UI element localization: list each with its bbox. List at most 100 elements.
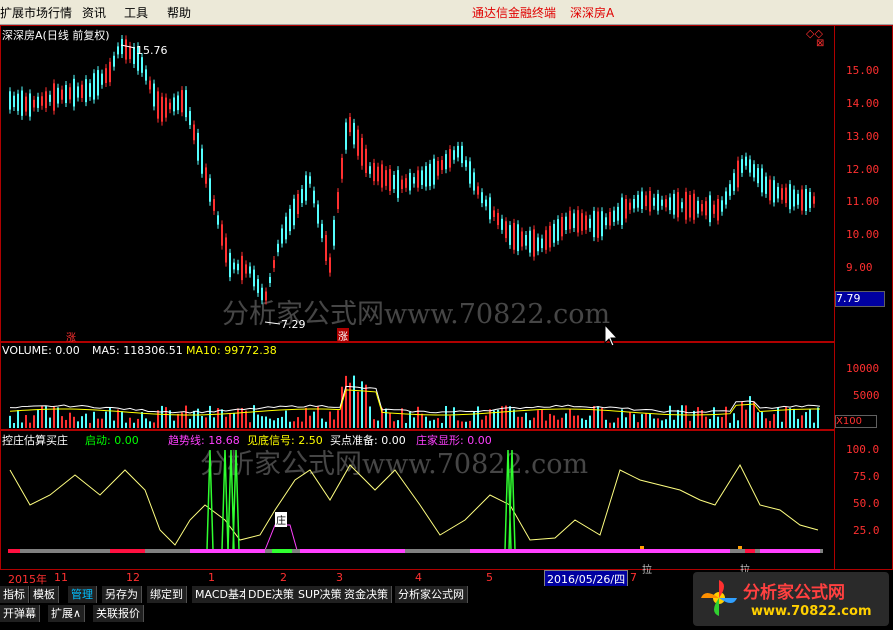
tab-1[interactable]: 模板 <box>30 586 59 603</box>
candle-body <box>25 96 27 112</box>
tab-8[interactable]: 资金决策 <box>341 586 392 603</box>
candle-body <box>365 148 367 174</box>
candle-body <box>505 221 507 239</box>
candle-body <box>177 95 179 111</box>
volume-bar <box>153 422 155 428</box>
candle-body <box>665 199 667 208</box>
volume-bar <box>477 406 479 428</box>
volume-bar <box>61 416 63 428</box>
candle-body <box>293 198 295 226</box>
candle-body <box>245 264 247 274</box>
tab-7[interactable]: SUP决策 <box>295 586 346 603</box>
volume-bar <box>89 422 91 428</box>
volume-bar <box>549 413 551 428</box>
candle-body <box>753 164 755 178</box>
volume-bar <box>653 418 655 428</box>
tab-2[interactable]: 关联报价 <box>93 605 144 622</box>
volume-bar <box>573 415 575 428</box>
candle-body <box>633 199 635 209</box>
volume-bar <box>353 375 355 428</box>
marker-a: 涨 <box>66 333 76 344</box>
volume-bar <box>677 409 679 428</box>
volume-bar <box>453 407 455 428</box>
date-2015: 2015年 <box>8 573 47 586</box>
tab-2[interactable]: 管理 <box>68 586 97 603</box>
candle-body <box>69 87 71 100</box>
volume-bar <box>641 414 643 428</box>
candle-body <box>393 174 395 190</box>
volume-bar <box>289 421 291 428</box>
tab-0[interactable]: 指标 <box>0 586 29 603</box>
candle-body <box>537 237 539 252</box>
candle-body <box>61 89 63 100</box>
volume-bar <box>385 408 387 428</box>
volume-bar <box>129 417 131 428</box>
volume-bar <box>637 422 639 428</box>
candle-body <box>481 192 483 204</box>
volume-bar <box>545 420 547 428</box>
candle-body <box>733 173 735 191</box>
candle-body <box>585 215 587 230</box>
candle-body <box>797 193 799 205</box>
volume-bar <box>645 413 647 428</box>
marker-b: 涨 <box>337 328 349 343</box>
tab-9[interactable]: 分析家公式网 <box>395 586 468 603</box>
volume-label: VOLUME: 0.00 <box>2 344 80 357</box>
volume-bar <box>525 412 527 428</box>
volume-bar <box>425 416 427 428</box>
tab-4[interactable]: 绑定到 <box>147 586 187 603</box>
candle-body <box>497 212 499 226</box>
vol-tick-5000: 5000 <box>853 389 880 402</box>
dealer-label: 庄家显形: 0.00 <box>416 434 492 447</box>
tab-6[interactable]: DDE决策 <box>245 586 298 603</box>
tab-1[interactable]: 扩展∧ <box>48 605 86 622</box>
volume-bar <box>569 408 571 428</box>
dealer-trapezoid <box>264 524 298 551</box>
volume-bar <box>773 414 775 428</box>
volume-bar <box>189 418 191 428</box>
volume-bar <box>797 418 799 428</box>
candle-body <box>645 195 647 207</box>
ma5-label: MA5: 118306.51 <box>92 344 183 357</box>
candle-body <box>513 222 515 250</box>
volume-bar <box>321 418 323 428</box>
volume-bar <box>757 412 759 428</box>
volume-bar <box>157 410 159 428</box>
candle-body <box>593 210 595 238</box>
candle-body <box>29 93 31 117</box>
candle-body <box>509 225 511 245</box>
candle-body <box>305 175 307 201</box>
candle-body <box>469 161 471 184</box>
tab-3[interactable]: 另存为 <box>102 586 142 603</box>
volume-bar <box>297 417 299 428</box>
candle-body <box>341 157 343 179</box>
volume-bar <box>241 407 243 428</box>
start-spike <box>504 449 516 551</box>
candle-body <box>437 160 439 176</box>
start-label: 启动: 0.00 <box>85 434 139 447</box>
volume-bar <box>393 421 395 428</box>
candle-body <box>229 252 231 278</box>
volume-bar <box>781 421 783 428</box>
candle-body <box>681 202 683 209</box>
volume-bar <box>621 409 623 428</box>
candle-body <box>209 178 211 202</box>
candle-body <box>253 269 255 287</box>
volume-bar <box>137 418 139 428</box>
candle-body <box>353 122 355 145</box>
volume-bar <box>581 418 583 428</box>
la-marker-1: 拉 <box>642 565 652 576</box>
candle-body <box>321 223 323 239</box>
candle-body <box>257 279 259 293</box>
options-icon[interactable]: ⊠ <box>816 38 824 49</box>
candle-body <box>709 195 711 223</box>
candle-body <box>105 68 107 84</box>
tab-0[interactable]: 开弹幕 <box>0 605 40 622</box>
volume-bar <box>185 405 187 428</box>
price-tick-0: 15.00 <box>846 64 880 77</box>
signal-pink <box>300 549 405 553</box>
candle-body <box>609 211 611 226</box>
candle-body <box>369 166 371 174</box>
volume-bar <box>557 419 559 428</box>
candle-body <box>657 193 659 211</box>
